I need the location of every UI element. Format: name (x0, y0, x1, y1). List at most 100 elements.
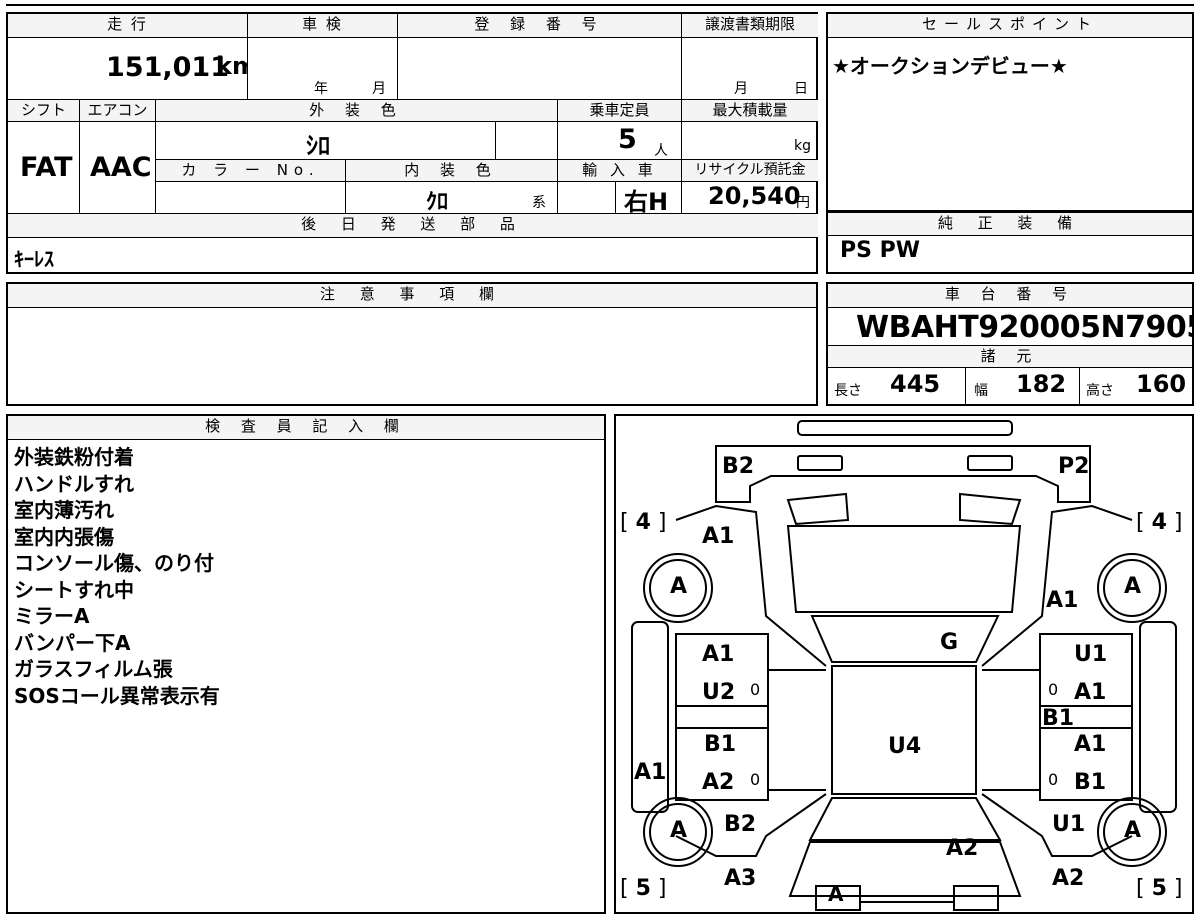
label-a1-right-front-door: A1 (1074, 732, 1107, 757)
exterior-color-value: ｼﾛ (306, 132, 330, 160)
label-u1-right-rear-door: U1 (1074, 642, 1108, 667)
mileage-cell: 151,011 km (8, 38, 248, 100)
tire-tread-rear-left: [ 4 ] (620, 510, 667, 535)
notes-box: 注 意 事 項 欄 (6, 282, 818, 406)
inspection-year-unit: 年 (314, 81, 328, 97)
vehicle-info-table: 走 行 車 検 登 録 番 号 譲渡書類期限 151,011 km 年 月 月 … (6, 12, 818, 274)
width-label: 幅 (974, 383, 988, 399)
spec-length-cell: 長さ 445 (828, 368, 966, 404)
inspector-note-line: シートすれ中 (14, 577, 134, 602)
inspector-note-line: バンパー下A (14, 630, 131, 655)
header-max-load: 最大積載量 (682, 100, 818, 122)
label-tire-rr: A (1124, 574, 1142, 599)
label-a1-left-sill: A1 (634, 760, 667, 785)
zero-mark: 0 (1048, 680, 1059, 699)
steering-value: 右H (624, 188, 669, 214)
car-damage-diagram: B2 P2 [ 4 ] [ 4 ] A1 A A A1 G A1 U1 U2 0… (614, 414, 1194, 914)
label-a2-hood: A2 (946, 836, 979, 861)
later-parts-cell: ｷｰﾚｽ (8, 238, 818, 272)
mileage-value: 151,011 (106, 52, 229, 83)
transfer-deadline-cell: 月 日 (682, 38, 818, 100)
spec-height-cell: 高さ 160 (1080, 368, 1192, 404)
exterior-color-extra-cell (496, 122, 558, 160)
length-label: 長さ (834, 383, 862, 399)
chassis-no-value: WBAHT920005N79051 (856, 310, 1192, 345)
header-registration-no: 登 録 番 号 (398, 14, 682, 38)
inspector-note-line: 室内内張傷 (14, 524, 114, 549)
inspector-note-line: ガラスフィルム張 (14, 657, 173, 681)
label-a1-right-rear-door: A1 (1074, 680, 1107, 705)
header-specs: 諸 元 (828, 346, 1192, 368)
tread-value: 5 (635, 876, 651, 901)
tread-value: 5 (1151, 876, 1167, 901)
tire-tread-front-right: [ 5 ] (1136, 876, 1183, 901)
label-a1-rear-right: A1 (1046, 588, 1079, 613)
height-label: 高さ (1086, 383, 1114, 399)
aircon-value: AAC (90, 152, 152, 183)
genuine-equipment-value: PS PW (840, 238, 921, 263)
shift-cell: FAT (8, 122, 80, 214)
label-b1-center-right: B1 (1042, 706, 1075, 731)
label-u1-right-fender: U1 (1052, 812, 1086, 837)
inspector-note-line: コンソール傷、のり付 (14, 551, 214, 575)
label-u2-left-rear-door: U2 (702, 680, 736, 705)
header-import: 輸 入 車 (558, 160, 682, 182)
header-genuine-equipment: 純 正 装 備 (828, 212, 1192, 236)
recycle-fee-value: 20,540 (708, 182, 801, 210)
inspector-note-line: 室内薄汚れ (14, 498, 114, 522)
label-a1-rear-panel: A1 (702, 524, 735, 549)
recycle-fee-cell: 20,540 円 (682, 182, 818, 214)
interior-color-value: ｸﾛ (426, 190, 449, 214)
header-interior-color: 内 装 色 (346, 160, 558, 182)
deadline-day-unit: 日 (794, 81, 808, 97)
steering-cell: 右H (616, 182, 682, 214)
header-color-no: カ ラ ー No. (156, 160, 346, 182)
capacity-value: 5 (618, 124, 637, 155)
header-chassis-no: 車 台 番 号 (828, 284, 1192, 308)
inspection-month-unit: 月 (372, 81, 386, 97)
sales-point-text: ★オークションデビュー★ (832, 54, 1068, 78)
label-b2-rear-left: B2 (722, 454, 755, 479)
interior-color-suffix: 系 (532, 195, 546, 211)
yen-unit: 円 (796, 195, 810, 211)
zero-mark: 0 (750, 680, 761, 699)
zero-mark: 0 (750, 770, 761, 789)
header-mileage: 走 行 (8, 14, 248, 38)
tire-tread-rear-right: [ 4 ] (1136, 510, 1183, 535)
color-no-cell (156, 182, 346, 214)
header-sales-point: セールスポイント (828, 14, 1192, 38)
header-later-parts: 後 日 発 送 部 品 (8, 214, 818, 238)
header-shift: シフト (8, 100, 80, 122)
capacity-unit: 人 (654, 143, 668, 159)
exterior-color-cell: ｼﾛ (156, 122, 496, 160)
mileage-unit: km (216, 52, 247, 80)
genuine-equipment-box: 純 正 装 備 PS PW (826, 212, 1194, 274)
inspector-notes-box: 検 査 員 記 入 欄 外装鉄粉付着 ハンドルすれ 室内薄汚れ 室内内張傷 コン… (6, 414, 606, 914)
inspector-note-line: SOSコール異常表示有 (14, 683, 220, 708)
width-value: 182 (1016, 370, 1067, 398)
zero-mark: 0 (1048, 770, 1059, 789)
inspector-note-line: ミラーA (14, 604, 90, 628)
header-transfer-deadline: 譲渡書類期限 (682, 14, 818, 38)
max-load-cell: kg (682, 122, 818, 160)
label-tire-fl: A (670, 818, 688, 843)
height-value: 160 (1136, 370, 1187, 398)
label-a3-front-left: A3 (724, 866, 757, 891)
tread-value: 4 (1151, 510, 1167, 535)
label-tire-fr: A (1124, 818, 1142, 843)
sales-point-box: セールスポイント ★オークションデビュー★ (826, 12, 1194, 212)
label-tire-rl: A (670, 574, 688, 599)
label-p2-rear-right: P2 (1058, 454, 1090, 479)
top-strip (6, 0, 1194, 6)
label-g-rear-glass: G (940, 630, 959, 655)
interior-color-cell: ｸﾛ 系 (346, 182, 558, 214)
inspector-note-line: 外装鉄粉付着 (14, 445, 134, 469)
max-load-unit: kg (794, 138, 811, 154)
header-recycle-fee: リサイクル預託金 (682, 160, 818, 182)
label-b2-left-fender: B2 (724, 812, 757, 837)
later-parts-value: ｷｰﾚｽ (14, 247, 54, 271)
length-value: 445 (890, 370, 941, 398)
tire-tread-front-left: [ 5 ] (620, 876, 667, 901)
label-b1-right-front-door: B1 (1074, 770, 1107, 795)
chassis-specs-box: 車 台 番 号 WBAHT920005N79051 諸 元 長さ 445 幅 1… (826, 282, 1194, 406)
